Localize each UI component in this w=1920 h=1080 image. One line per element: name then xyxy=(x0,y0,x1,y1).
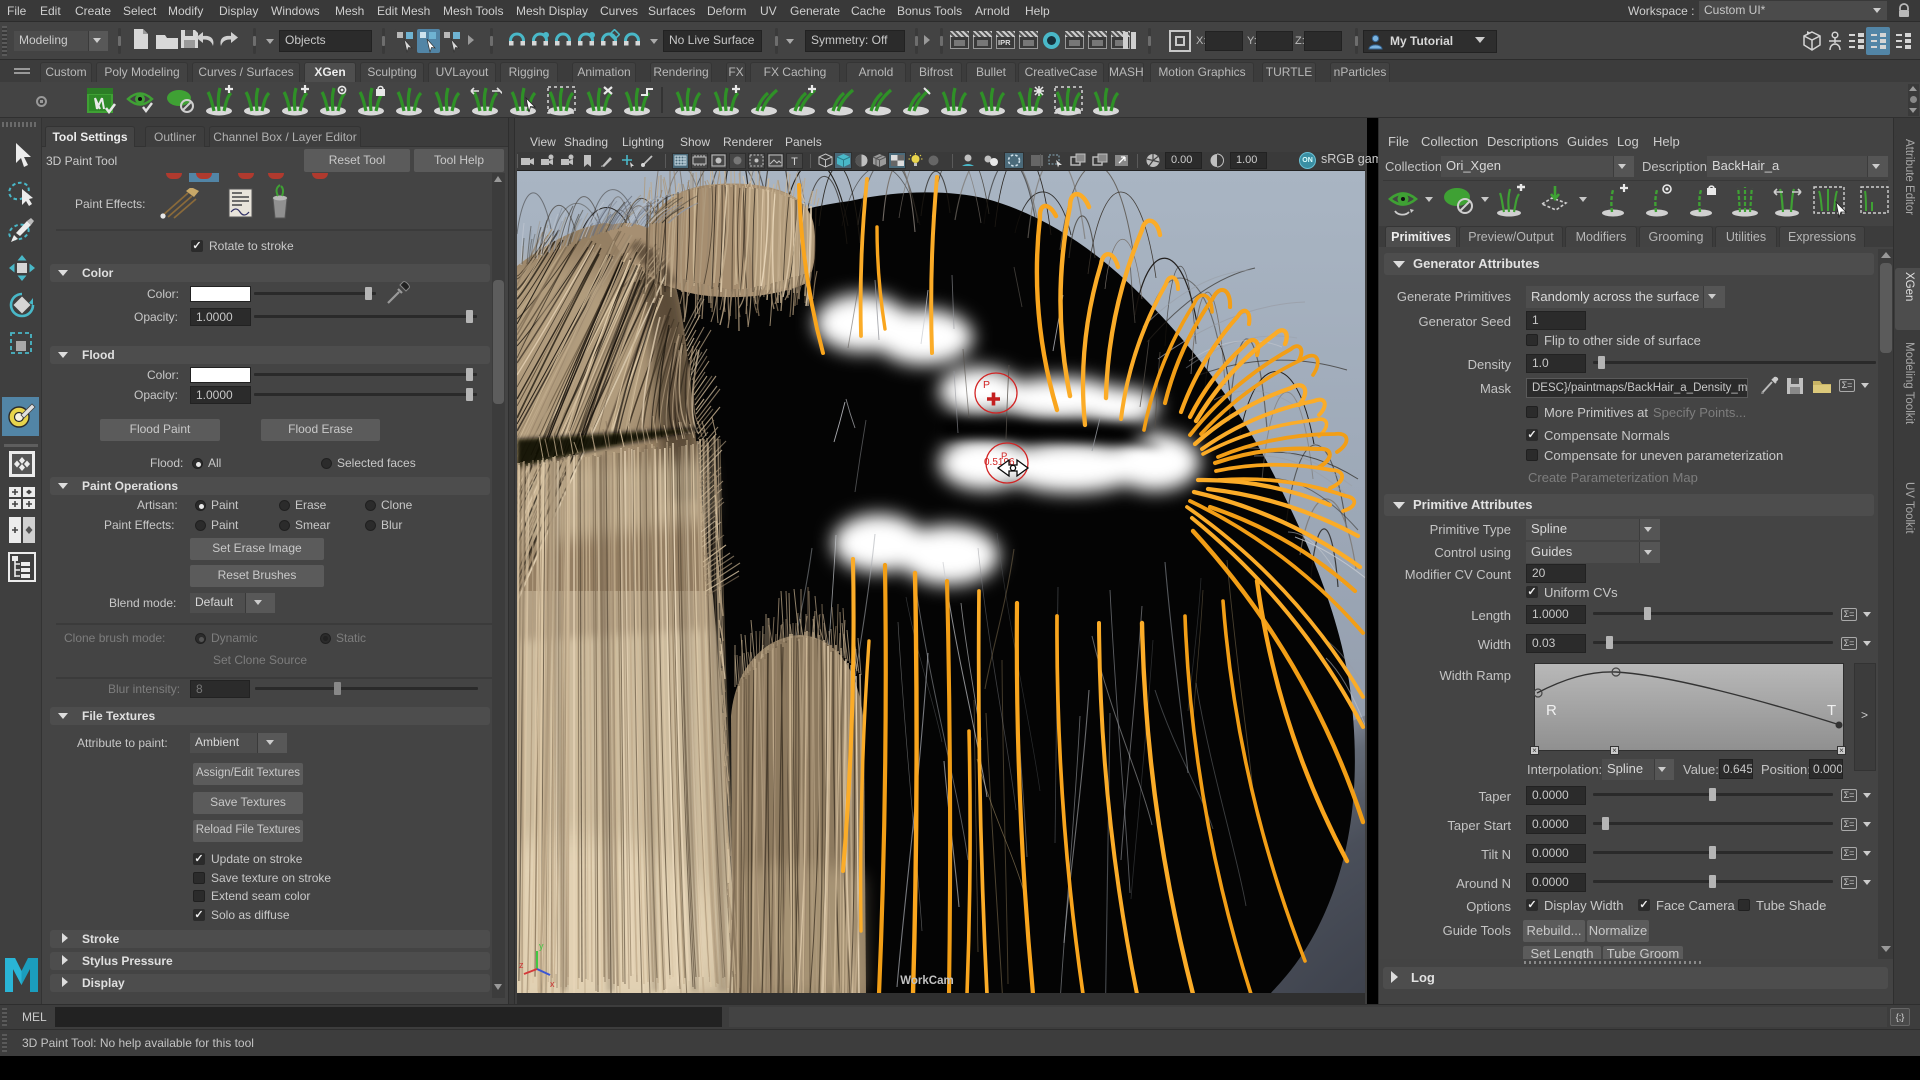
svg-text:y: y xyxy=(539,941,544,951)
svg-text:x: x xyxy=(550,979,555,989)
svg-text:T: T xyxy=(791,156,798,168)
svg-text:P: P xyxy=(983,379,990,391)
svg-text:R: R xyxy=(1546,702,1557,719)
svg-text:P: P xyxy=(1001,451,1007,462)
svg-text:T: T xyxy=(1827,702,1836,719)
svg-text:WorkCam: WorkCam xyxy=(900,975,953,987)
svg-text:z: z xyxy=(519,960,524,970)
